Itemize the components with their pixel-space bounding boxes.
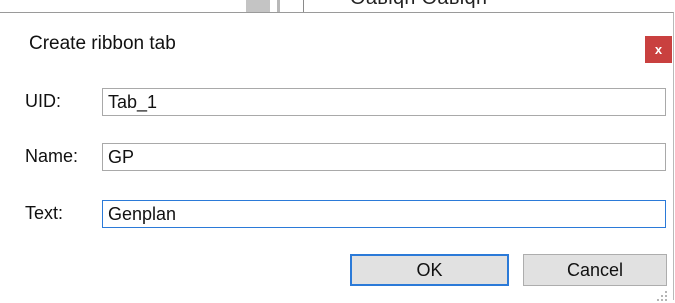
dialog-title: Create ribbon tab	[29, 33, 176, 54]
text-input[interactable]: Genplan	[102, 200, 666, 228]
resize-grip-icon[interactable]	[655, 289, 669, 303]
background-partial-text: Оавiqн Оавiqн	[350, 0, 487, 10]
background-scroll-tick	[277, 0, 280, 12]
close-icon: x	[654, 42, 663, 57]
cancel-button[interactable]: Cancel	[523, 254, 667, 286]
ok-button[interactable]: OK	[350, 254, 509, 286]
name-input[interactable]: GP	[102, 143, 666, 171]
uid-label: UID:	[25, 91, 61, 111]
name-label: Name:	[25, 146, 79, 166]
close-button[interactable]: x	[645, 36, 672, 63]
text-label: Text:	[25, 203, 64, 223]
background-window-strip: Оавiqн Оавiqн	[0, 0, 675, 12]
background-divider	[303, 0, 304, 12]
create-ribbon-tab-dialog: Create ribbon tab x UID: Tab_1 Name: GP …	[0, 12, 674, 303]
uid-input[interactable]: Tab_1	[102, 88, 666, 116]
background-scroll-block	[246, 0, 270, 12]
